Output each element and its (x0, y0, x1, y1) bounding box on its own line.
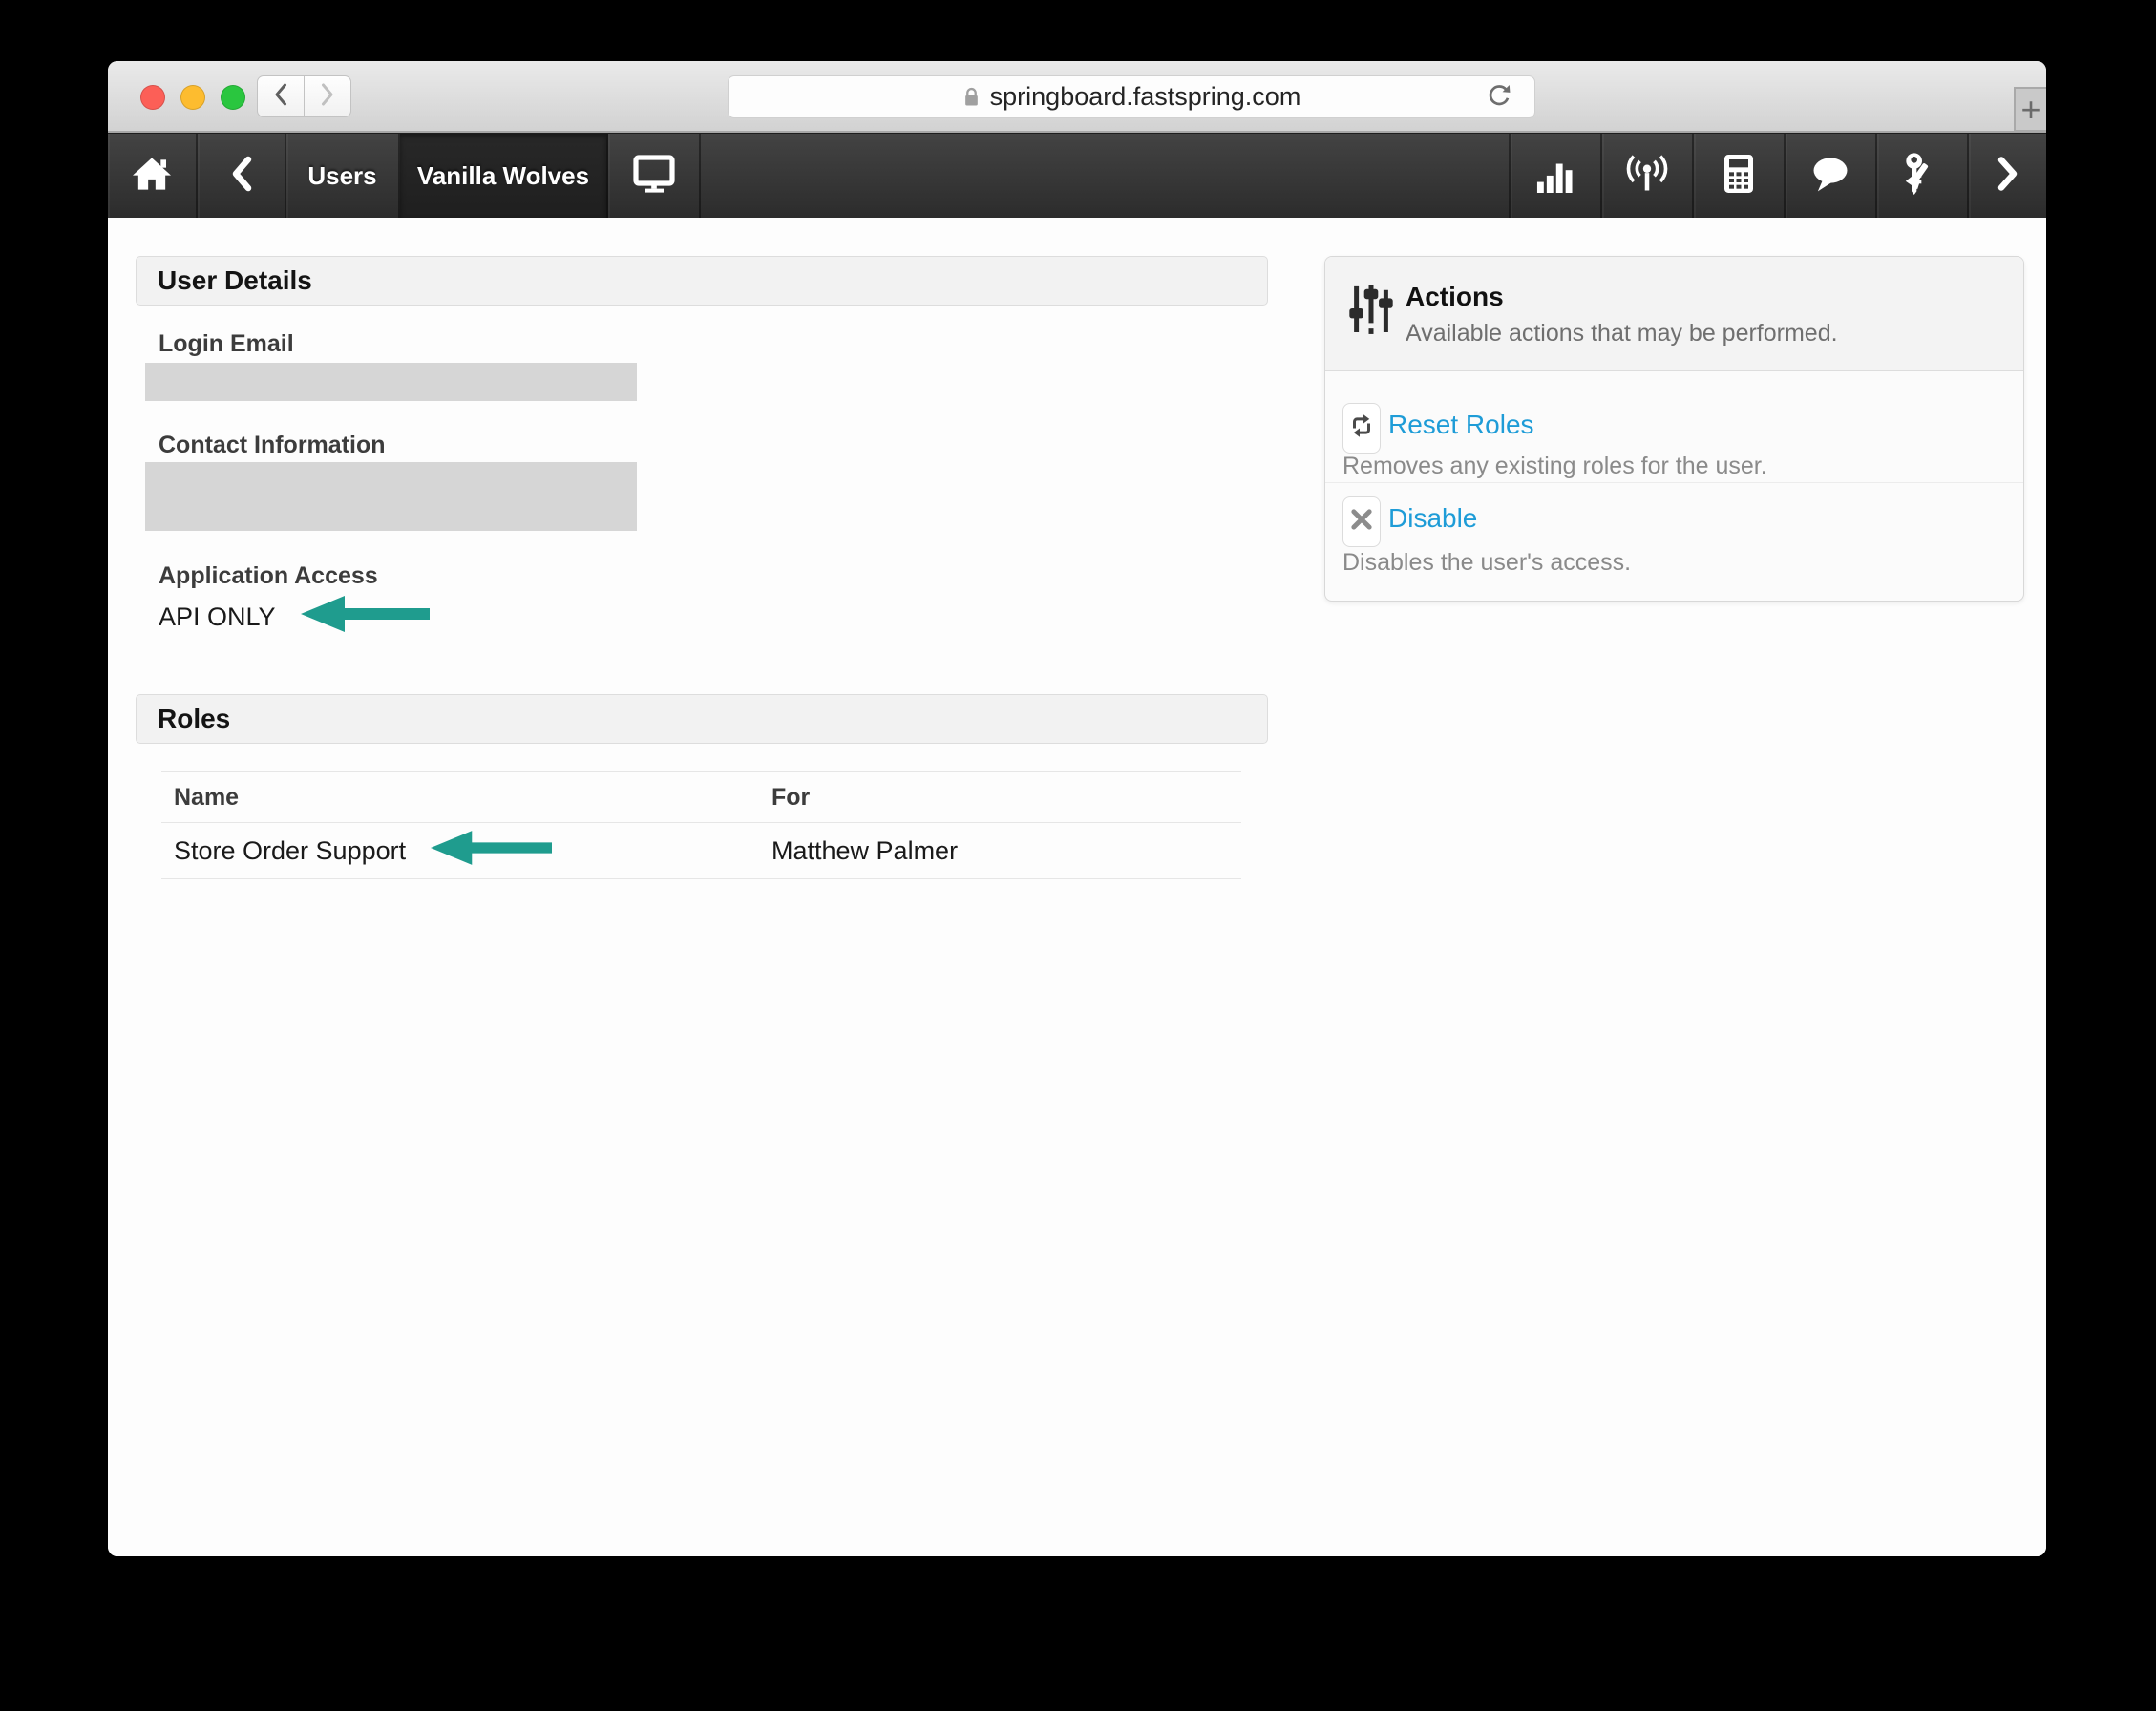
application-access-row: API ONLY (159, 596, 430, 638)
roles-column-for: For (772, 784, 1241, 812)
nav-messages-button[interactable] (1784, 134, 1875, 218)
table-row[interactable]: Store Order Support Matthew Palmer (161, 823, 1241, 879)
navbar-right-group (1509, 134, 2046, 218)
title-bar: springboard.fastspring.com + (108, 61, 2046, 133)
url-text: springboard.fastspring.com (990, 82, 1301, 112)
zoom-window-button[interactable] (221, 85, 245, 110)
minimize-window-button[interactable] (180, 85, 205, 110)
sliders-icon (1347, 281, 1395, 341)
page-content: User Details Login Email Contact Informa… (108, 218, 2046, 1556)
nav-calculator-button[interactable] (1692, 134, 1784, 218)
actions-panel-body: Reset Roles Removes any existing roles f… (1325, 371, 2023, 601)
x-icon (1348, 506, 1375, 538)
nav-more-button[interactable] (1967, 134, 2046, 218)
history-buttons (257, 75, 351, 117)
application-access-value: API ONLY (159, 602, 276, 632)
broadcast-icon (1623, 154, 1671, 199)
nav-keys-button[interactable] (1875, 134, 1967, 218)
nav-tab-users[interactable]: Users (286, 134, 400, 218)
close-window-button[interactable] (140, 85, 165, 110)
annotation-left-arrow-icon (301, 594, 430, 641)
actions-title: Actions (1406, 282, 1504, 312)
actions-subtitle: Available actions that may be performed. (1406, 320, 1838, 348)
browser-back-button[interactable] (257, 75, 305, 117)
application-access-label: Application Access (159, 562, 378, 590)
reload-icon (1484, 81, 1514, 116)
login-email-redacted-value (145, 363, 637, 401)
role-name-text: Store Order Support (174, 836, 406, 866)
monitor-icon (631, 153, 677, 200)
keys-icon (1898, 150, 1946, 202)
calculator-icon (1720, 153, 1758, 200)
actions-panel: Actions Available actions that may be pe… (1324, 256, 2024, 602)
reset-loop-icon (1347, 412, 1376, 445)
nav-monitor-button[interactable] (608, 134, 701, 218)
roles-title: Roles (158, 704, 230, 734)
actions-divider (1325, 482, 2023, 483)
annotation-left-arrow-icon (431, 829, 552, 874)
nav-tab-users-label: Users (307, 161, 376, 191)
address-bar[interactable]: springboard.fastspring.com (728, 75, 1535, 118)
browser-forward-button[interactable] (304, 75, 351, 117)
chevron-right-icon (1997, 157, 2019, 196)
reset-roles-icon-box (1342, 403, 1381, 454)
reset-roles-description: Removes any existing roles for the user. (1342, 453, 1767, 480)
roles-column-name: Name (161, 784, 772, 812)
app-navbar: Users Vanilla Wolves (108, 133, 2046, 218)
login-email-label: Login Email (159, 330, 294, 358)
chevron-right-icon (319, 82, 336, 112)
lock-icon (962, 86, 981, 109)
reset-roles-link[interactable]: Reset Roles (1388, 410, 1534, 440)
role-name-cell: Store Order Support (161, 829, 772, 874)
disable-link[interactable]: Disable (1388, 503, 1477, 534)
nav-back-button[interactable] (198, 134, 286, 218)
roles-section-header: Roles (136, 694, 1268, 744)
nav-home-button[interactable] (108, 134, 198, 218)
roles-table: Name For Store Order Support Matthew Pal… (161, 771, 1241, 879)
chevron-left-icon (229, 156, 254, 197)
contact-information-label: Contact Information (159, 432, 386, 459)
browser-window: springboard.fastspring.com + Users Vanil… (108, 61, 2046, 1556)
new-tab-button[interactable]: + (2014, 87, 2046, 132)
bar-chart-icon (1535, 155, 1575, 198)
home-icon (131, 155, 173, 198)
user-details-title: User Details (158, 265, 312, 296)
actions-panel-header: Actions Available actions that may be pe… (1325, 257, 2023, 371)
nav-tab-vanilla-wolves-label: Vanilla Wolves (417, 161, 589, 191)
nav-broadcast-button[interactable] (1600, 134, 1692, 218)
disable-icon-box (1342, 496, 1381, 547)
chevron-left-icon (272, 82, 289, 112)
nav-reports-button[interactable] (1509, 134, 1600, 218)
roles-table-header-row: Name For (161, 771, 1241, 823)
user-details-section-header: User Details (136, 256, 1268, 306)
chat-bubble-icon (1808, 154, 1852, 199)
nav-tab-vanilla-wolves[interactable]: Vanilla Wolves (400, 134, 608, 218)
contact-information-redacted-value (145, 462, 637, 531)
disable-description: Disables the user's access. (1342, 549, 1631, 577)
plus-icon: + (2020, 90, 2040, 130)
role-for-cell: Matthew Palmer (772, 836, 1241, 866)
reload-button[interactable] (1483, 82, 1515, 115)
